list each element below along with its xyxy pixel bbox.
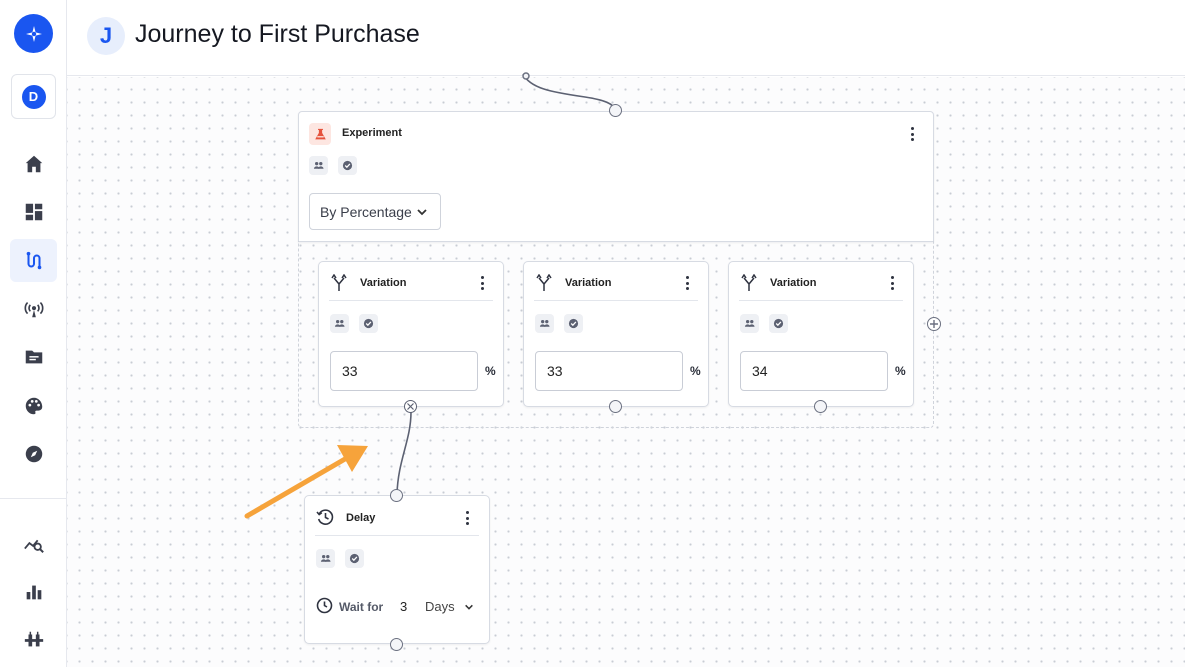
journey-badge: J [87,17,125,55]
journey-icon [26,251,41,269]
flask-icon [309,123,331,145]
variation-output-port[interactable] [609,400,622,413]
audience-chip[interactable] [535,314,554,333]
status-chip[interactable] [564,314,583,333]
delay-output-port[interactable] [390,638,403,651]
delay-amount-input[interactable]: 3 [400,599,407,614]
experiment-title: Experiment [342,127,402,139]
percent-unit: % [895,364,906,378]
split-icon [331,274,347,291]
delay-node[interactable]: Delay Wait for 3 Days [304,495,490,644]
check-circle-icon [363,318,374,329]
variation-node[interactable]: Variation % [523,261,709,407]
audience-chip[interactable] [309,156,328,175]
analytics-icon [23,539,44,553]
sidebar-item-integrations[interactable] [10,618,57,661]
variation-percent-input[interactable] [535,351,683,391]
sidebar-item-dashboard[interactable] [10,190,57,233]
variation-title: Variation [360,277,407,289]
variation-title: Variation [770,277,817,289]
percent-unit: % [485,364,496,378]
audience-chip[interactable] [316,549,335,568]
variation-output-port[interactable] [814,400,827,413]
people-icon [313,162,324,169]
sidebar-item-reports[interactable] [10,570,57,613]
variation-menu-button[interactable] [887,274,897,292]
variation-percent-input[interactable] [330,351,478,391]
check-circle-icon [773,318,784,329]
people-icon [320,555,331,562]
experiment-menu-button[interactable] [907,125,917,143]
delay-menu-button[interactable] [462,509,472,527]
sidebar-item-design[interactable] [10,384,57,427]
plus-icon [930,320,938,328]
broadcast-icon [23,301,44,317]
people-icon [539,320,550,327]
status-chip[interactable] [769,314,788,333]
variation-divider [329,300,493,301]
variation-percent-input[interactable] [740,351,888,391]
status-chip[interactable] [345,549,364,568]
variation-output-port-connected[interactable] [404,400,417,413]
compass-icon [25,445,42,462]
workspace-switcher[interactable]: D [11,74,56,119]
delay-title: Delay [346,512,376,524]
check-circle-icon [349,553,360,564]
plug-icon [24,631,43,646]
variation-title: Variation [565,277,612,289]
sidebar-item-explore[interactable] [10,432,57,475]
delay-divider [315,535,479,536]
wait-for-label: Wait for [339,600,384,614]
split-mode-value: By Percentage [320,203,412,220]
check-circle-icon [568,318,579,329]
page-header: J Journey to First Purchase [67,0,1185,76]
sidebar: D [0,0,67,667]
delay-unit-select[interactable]: Days [425,599,474,614]
status-chip[interactable] [338,156,357,175]
status-chip[interactable] [359,314,378,333]
delay-unit-value: Days [425,599,455,614]
variation-divider [534,300,698,301]
sidebar-item-home[interactable] [10,142,57,185]
audience-chip[interactable] [330,314,349,333]
experiment-input-port[interactable] [609,104,622,117]
folder-icon [25,350,42,363]
variation-node[interactable]: Variation % [318,261,504,407]
history-icon [316,509,334,525]
delay-input-port[interactable] [390,489,403,502]
sidebar-item-content[interactable] [10,335,57,378]
app-logo[interactable] [14,14,53,53]
spark-logo-icon [25,25,42,42]
variation-menu-button[interactable] [477,274,487,292]
split-icon [741,274,757,291]
percent-unit: % [690,364,701,378]
variation-menu-button[interactable] [682,274,692,292]
audience-chip[interactable] [740,314,759,333]
sidebar-item-broadcasts[interactable] [10,287,57,330]
close-icon [407,403,414,410]
people-icon [744,320,755,327]
chevron-down-icon [465,604,474,610]
split-mode-select[interactable]: By Percentage [309,193,441,230]
clock-icon [316,597,333,614]
chevron-down-icon [417,209,427,216]
split-icon [536,274,552,291]
sidebar-item-journeys[interactable] [10,239,57,282]
sidebar-item-analytics[interactable] [10,522,57,565]
dashboard-icon [25,203,42,220]
page-title: Journey to First Purchase [135,20,420,48]
palette-icon [25,397,42,414]
workspace-avatar: D [21,84,46,109]
sidebar-divider [0,498,66,499]
home-icon [25,155,42,172]
bar-chart-icon [26,585,41,599]
people-icon [334,320,345,327]
check-circle-icon [342,160,353,171]
variation-divider [739,300,903,301]
variation-node[interactable]: Variation % [728,261,914,407]
add-variation-button[interactable] [927,317,941,331]
